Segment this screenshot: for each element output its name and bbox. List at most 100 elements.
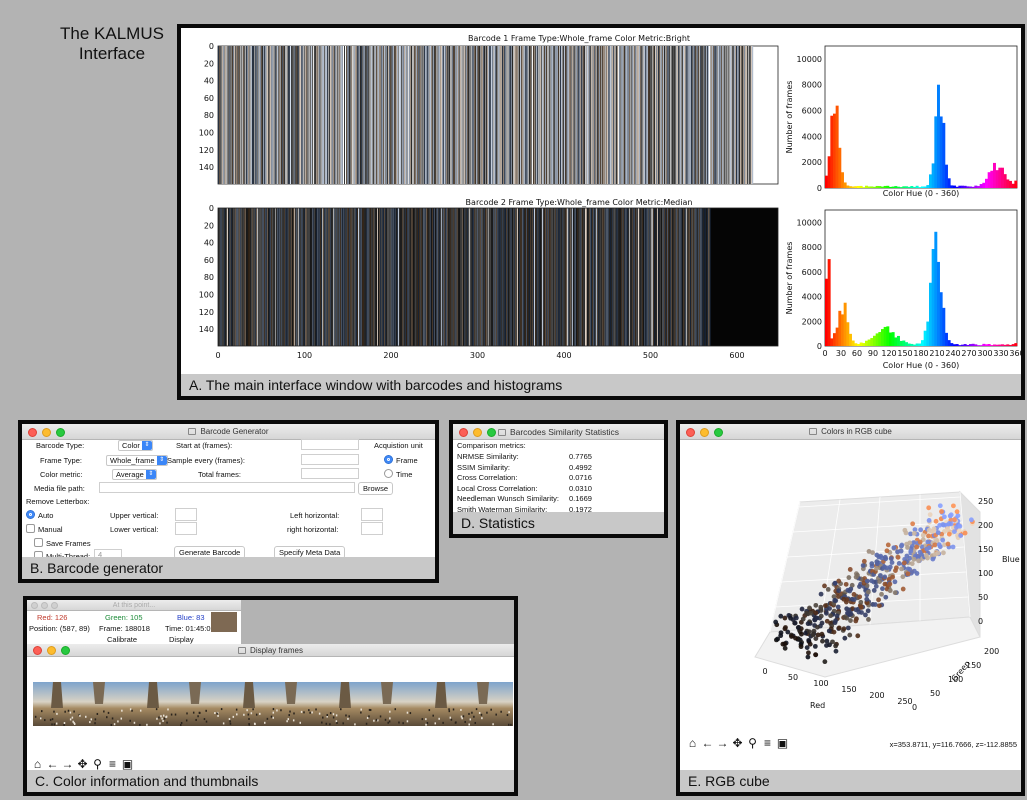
y-tick-label: 4000 xyxy=(802,293,822,302)
panel-d-caption: D. Statistics xyxy=(453,512,664,534)
time-radio[interactable] xyxy=(384,469,393,478)
histogram-y-label: Number of frames xyxy=(785,242,794,315)
zoom-button[interactable] xyxy=(61,646,70,655)
close-button[interactable] xyxy=(33,646,42,655)
metric-value: 0.4992 xyxy=(569,462,592,472)
minimize-button[interactable] xyxy=(42,428,51,437)
minimize-button[interactable] xyxy=(41,602,48,609)
green-value: Green: 105 xyxy=(105,613,143,622)
save-frames-checkbox[interactable] xyxy=(34,538,43,547)
x-tick-label: 30 xyxy=(836,349,846,358)
histogram-x-label: Color Hue (0 - 360) xyxy=(883,361,960,370)
frame-radio[interactable] xyxy=(384,455,393,464)
red-axis-tick: 50 xyxy=(788,673,798,682)
home-icon[interactable]: ⌂ xyxy=(686,736,699,750)
y-tick-label: 0 xyxy=(209,42,214,51)
calibrate-button[interactable]: Calibrate xyxy=(107,635,137,644)
pan-icon[interactable]: ✥ xyxy=(731,736,744,750)
x-tick-label: 400 xyxy=(556,351,571,360)
chevron-up-down-icon: ⇕ xyxy=(156,456,167,465)
start-at-label: Start at (frames): xyxy=(176,441,233,450)
frame-type-select[interactable]: Whole_frame ⇕ xyxy=(106,455,168,466)
x-tick-label: 360 xyxy=(1009,349,1021,358)
rgb-cube-plot: 0501001502002500501001502000501001502002… xyxy=(754,490,1020,712)
comparison-metrics-heading: Comparison metrics: xyxy=(457,441,526,450)
right-horizontal-input[interactable] xyxy=(361,522,383,535)
start-at-input[interactable] xyxy=(301,439,359,450)
blue-axis-tick: 50 xyxy=(978,593,988,602)
chevron-up-down-icon: ⇕ xyxy=(145,470,156,479)
total-frames-input[interactable] xyxy=(301,468,359,479)
color-metric-select[interactable]: Average ⇕ xyxy=(112,469,157,480)
close-button[interactable] xyxy=(686,428,695,437)
browse-button[interactable]: Browse xyxy=(358,482,394,495)
home-icon[interactable]: ⌂ xyxy=(31,757,44,771)
panel-c-caption: C. Color information and thumbnails xyxy=(27,770,514,792)
save-icon[interactable]: ▣ xyxy=(121,757,134,771)
barcode-type-label: Barcode Type: xyxy=(36,441,85,450)
y-tick-label: 100 xyxy=(199,291,214,300)
window-controls xyxy=(686,428,723,437)
histogram-2: 0 2000 4000 6000 8000 10000 Number of frames Co… xyxy=(785,209,1021,370)
back-arrow-icon[interactable]: ← xyxy=(46,757,59,771)
panel-d-statistics: Barcodes Similarity Statistics Compariso… xyxy=(449,420,668,538)
y-tick-label: 6000 xyxy=(802,107,822,116)
barcode-1-title: Barcode 1 Frame Type:Whole_frame Color M… xyxy=(468,34,690,43)
histogram-y-label: Number of frames xyxy=(785,81,794,154)
media-path-input[interactable] xyxy=(99,482,355,493)
x-tick-label: 60 xyxy=(852,349,862,358)
frame-type-label: Frame Type: xyxy=(40,456,82,465)
thumbnail-frame xyxy=(129,682,225,726)
window-controls xyxy=(459,428,496,437)
metric-label: Local Cross Correlation: xyxy=(457,483,538,493)
panel-b-barcode-generator: Barcode Generator Barcode Type: Color ⇕ F… xyxy=(18,420,439,583)
metric-label: Cross Correlation: xyxy=(457,473,518,482)
acquisition-unit-label: Acquistion unit xyxy=(374,441,423,450)
blue-axis-tick: 0 xyxy=(978,617,983,626)
barcode-type-select[interactable]: Color ⇕ xyxy=(118,440,153,451)
y-tick-label: 0 xyxy=(209,204,214,213)
x-tick-label: 300 xyxy=(977,349,992,358)
metric-value: 0.0310 xyxy=(569,483,592,493)
manual-checkbox[interactable] xyxy=(26,524,35,533)
back-arrow-icon[interactable]: ← xyxy=(701,736,714,750)
figure-title: The KALMUS Interface xyxy=(60,24,164,63)
y-tick-label: 40 xyxy=(204,239,214,248)
panel-b-caption: B. Barcode generator xyxy=(22,557,435,579)
y-tick-label: 60 xyxy=(204,256,214,265)
minimize-button[interactable] xyxy=(473,428,482,437)
left-horizontal-input[interactable] xyxy=(361,508,383,521)
forward-arrow-icon[interactable]: → xyxy=(716,736,729,750)
barcode-figure: Barcode 1 Frame Type:Whole_frame Color M… xyxy=(199,34,1021,370)
thumbnail-frame xyxy=(225,682,321,726)
color-metric-label: Color metric: xyxy=(40,470,83,479)
zoom-button[interactable] xyxy=(714,428,723,437)
thumbnail-frame xyxy=(321,682,417,726)
configure-subplots-icon[interactable]: ≡ xyxy=(761,736,774,750)
barcode-2-image xyxy=(218,208,778,346)
x-tick-label: 240 xyxy=(945,349,960,358)
minimize-button[interactable] xyxy=(700,428,709,437)
sample-every-input[interactable] xyxy=(301,454,359,465)
x-tick-label: 200 xyxy=(383,351,398,360)
upper-vertical-input[interactable] xyxy=(175,508,197,521)
zoom-button[interactable] xyxy=(51,602,58,609)
close-button[interactable] xyxy=(31,602,38,609)
zoom-button[interactable] xyxy=(487,428,496,437)
y-tick-label: 0 xyxy=(817,184,822,193)
lower-vertical-input[interactable] xyxy=(175,522,197,535)
zoom-button[interactable] xyxy=(56,428,65,437)
save-icon[interactable]: ▣ xyxy=(776,736,789,750)
forward-arrow-icon[interactable]: → xyxy=(61,757,74,771)
zoom-icon[interactable]: ⚲ xyxy=(91,757,104,771)
auto-radio[interactable] xyxy=(26,510,35,519)
metric-value: 0.7765 xyxy=(569,452,592,461)
minimize-button[interactable] xyxy=(47,646,56,655)
y-tick-label: 20 xyxy=(204,221,214,230)
zoom-icon[interactable]: ⚲ xyxy=(746,736,759,750)
configure-subplots-icon[interactable]: ≡ xyxy=(106,757,119,771)
display-button[interactable]: Display xyxy=(169,635,194,644)
close-button[interactable] xyxy=(28,428,37,437)
pan-icon[interactable]: ✥ xyxy=(76,757,89,771)
close-button[interactable] xyxy=(459,428,468,437)
